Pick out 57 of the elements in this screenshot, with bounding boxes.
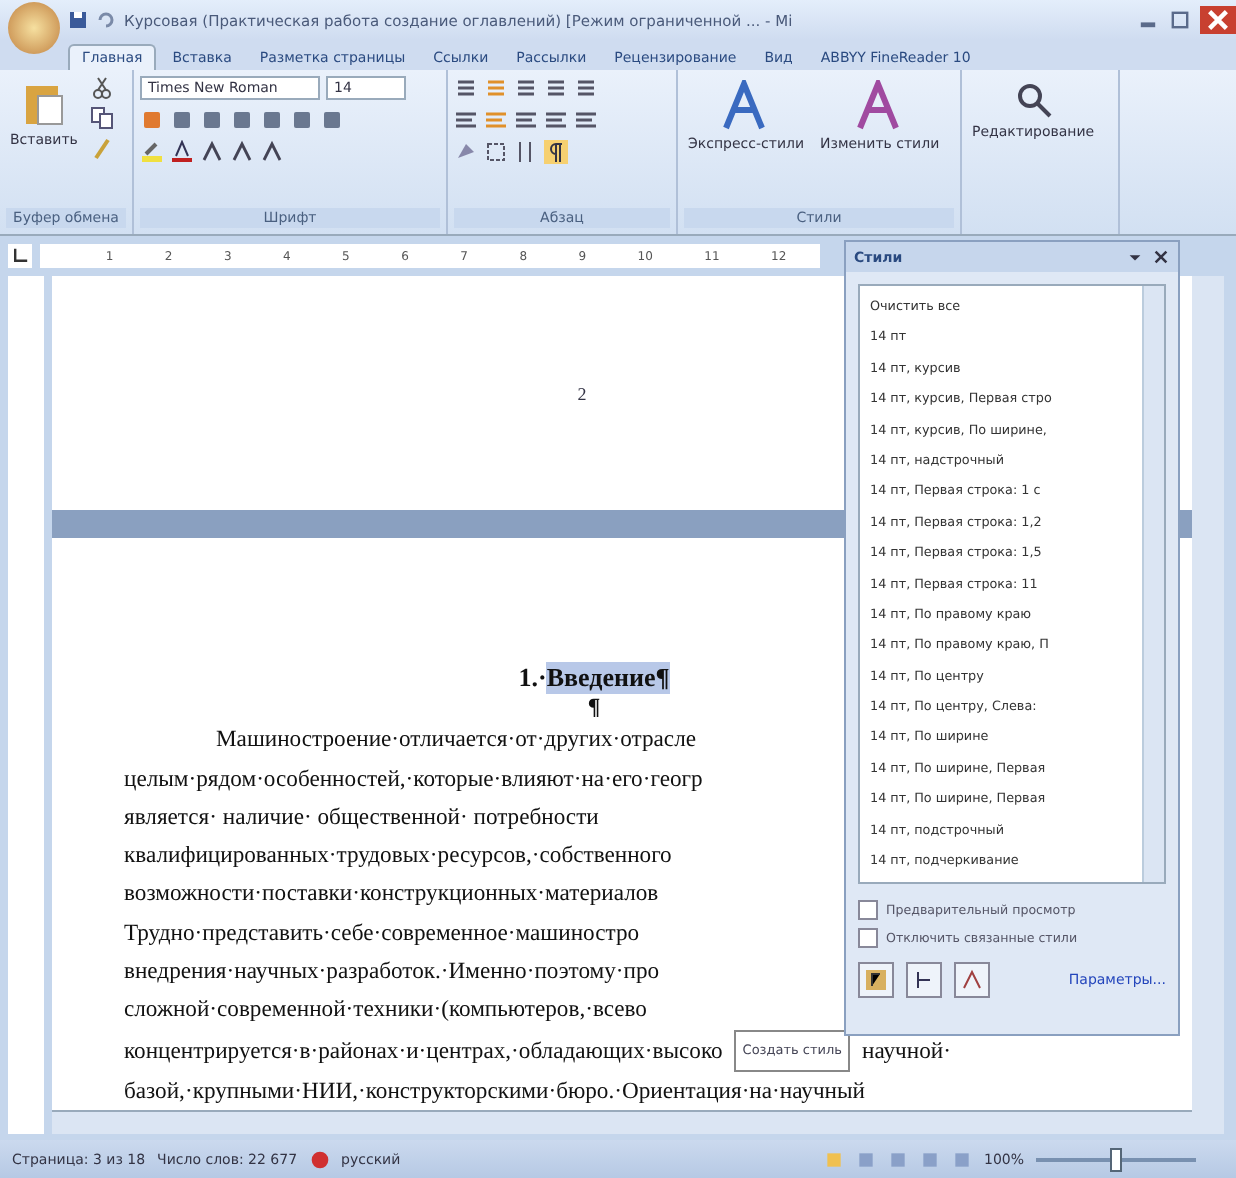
indent-icon[interactable] [544, 76, 568, 100]
checkbox[interactable] [858, 928, 878, 948]
close-icon[interactable] [1152, 248, 1170, 266]
new-style-button[interactable] [858, 962, 894, 998]
format-icon[interactable] [290, 108, 314, 132]
text-line: целым·рядом·особенностей,·которые·влияют·на·его·геогр [124, 763, 703, 796]
text-line: научной· [862, 1035, 951, 1068]
new-style-icon [864, 968, 888, 992]
text-line: является· наличие· общественной· потребности [124, 801, 599, 834]
align-icon[interactable] [514, 108, 538, 132]
list-icon[interactable] [454, 76, 478, 100]
heading-number: 1.· [518, 662, 547, 695]
text-line: возможности·поставки·конструкционных·материалов [124, 878, 659, 911]
format-icon[interactable] [200, 140, 224, 164]
style-inspector-button[interactable] [906, 962, 942, 998]
format-icon[interactable] [170, 108, 194, 132]
tab-selector-icon[interactable] [8, 244, 32, 268]
clipboard-icon [21, 80, 66, 128]
align-icon[interactable] [574, 108, 598, 132]
text-line: сложной·современной·техники·(компьютеров,·всево [124, 994, 647, 1027]
text-line: Машиностроение·отличается·от·других·отрасле [216, 724, 697, 757]
format-icon[interactable] [260, 140, 284, 164]
zoom-thumb[interactable] [1110, 1147, 1122, 1171]
format-icon[interactable] [320, 108, 344, 132]
text-line: базой,·крупными·НИИ,·конструкторскими·бюро.·Ориентация·на·научный [124, 1075, 865, 1108]
highlighter-icon[interactable] [140, 140, 164, 164]
heading-text: Введение¶ [546, 662, 670, 695]
align-icon[interactable] [454, 108, 478, 132]
close-icon[interactable] [1200, 6, 1236, 34]
format-icon[interactable] [260, 108, 284, 132]
align-icon[interactable] [544, 108, 568, 132]
spellcheck-icon[interactable] [309, 1149, 330, 1169]
horizontal-scrollbar[interactable] [52, 1110, 1192, 1134]
text-line: внедрения·научных·разработок.·Именно·поэтому·про [124, 956, 660, 988]
manage-styles-button[interactable] [954, 962, 990, 998]
border-icon[interactable] [484, 140, 508, 164]
list-scrollbar[interactable] [1142, 286, 1164, 882]
format-icon[interactable] [230, 140, 254, 164]
maximize-icon[interactable] [1168, 8, 1192, 32]
font-color-icon[interactable] [170, 140, 194, 164]
format-icon[interactable] [230, 108, 254, 132]
undo-icon[interactable] [96, 10, 116, 30]
format-icon[interactable] [200, 108, 224, 132]
pilcrow-icon[interactable] [544, 140, 568, 164]
copy-icon[interactable] [89, 106, 114, 130]
text-line: Трудно·представить·себе·современное·машиностро [124, 917, 640, 950]
save-icon[interactable] [68, 10, 88, 30]
indent-icon[interactable] [574, 76, 598, 100]
vertical-scrollbar[interactable] [1192, 276, 1224, 1134]
scissors-icon[interactable] [89, 76, 114, 100]
text-line: квалифицированных·трудовых·ресурсов,·собственного [124, 840, 672, 873]
text-line: концентрируется·в·районах·и·центрах,·обладающих·высоко [124, 1035, 723, 1068]
page-number: 2 [577, 383, 587, 404]
list-icon[interactable] [514, 76, 538, 100]
checkbox[interactable] [858, 900, 878, 920]
search-icon [1013, 80, 1054, 120]
paragraph-mark: ¶ [587, 694, 601, 721]
